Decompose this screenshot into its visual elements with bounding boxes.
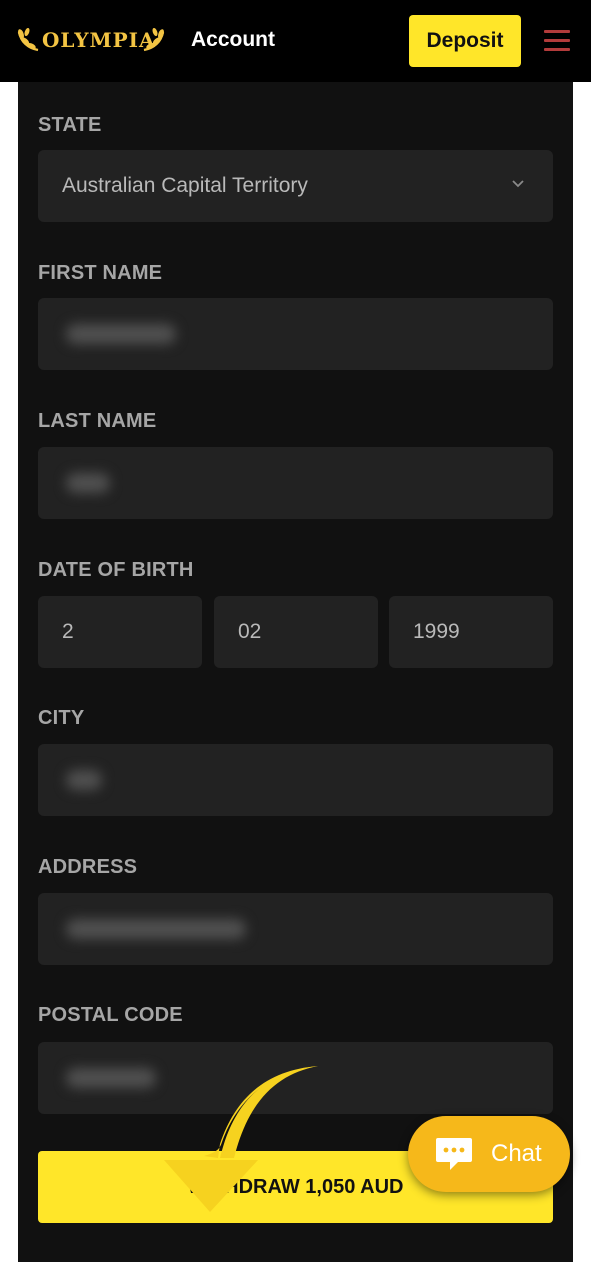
page: OLYMPIA Account Deposit STATE Australian… bbox=[0, 0, 591, 1280]
laurel-right-icon bbox=[143, 27, 165, 52]
dob-month-input[interactable]: 02 bbox=[214, 596, 378, 668]
top-header: OLYMPIA Account Deposit bbox=[0, 0, 591, 82]
curved-arrow-icon bbox=[164, 1066, 318, 1212]
hamburger-menu-icon[interactable] bbox=[544, 28, 570, 52]
postal-code-label: POSTAL CODE bbox=[38, 1004, 183, 1026]
deposit-button[interactable]: Deposit bbox=[409, 15, 521, 67]
dob-day-input[interactable]: 2 bbox=[38, 596, 202, 668]
chat-button[interactable]: Chat bbox=[408, 1116, 570, 1192]
dob-year-value: 1999 bbox=[413, 620, 460, 643]
page-title: Account bbox=[191, 28, 275, 51]
last-name-input[interactable] bbox=[38, 447, 553, 519]
redacted-last-name bbox=[66, 473, 110, 493]
olympia-logo[interactable]: OLYMPIA bbox=[16, 24, 166, 58]
last-name-label: LAST NAME bbox=[38, 410, 157, 432]
city-input[interactable] bbox=[38, 744, 553, 816]
dob-day-value: 2 bbox=[62, 620, 74, 643]
brand-name: OLYMPIA bbox=[42, 28, 156, 52]
chat-label: Chat bbox=[491, 1140, 542, 1167]
redacted-address bbox=[66, 919, 246, 939]
state-select[interactable]: Australian Capital Territory bbox=[38, 150, 553, 222]
state-label: STATE bbox=[38, 114, 102, 136]
first-name-label: FIRST NAME bbox=[38, 262, 163, 284]
address-input[interactable] bbox=[38, 893, 553, 965]
redacted-city bbox=[66, 770, 102, 790]
laurel-left-icon bbox=[17, 27, 39, 52]
chat-bubble-icon bbox=[436, 1138, 472, 1170]
dob-month-value: 02 bbox=[238, 620, 262, 643]
redacted-first-name bbox=[66, 324, 176, 344]
first-name-input[interactable] bbox=[38, 298, 553, 370]
address-label: ADDRESS bbox=[38, 856, 138, 878]
city-label: CITY bbox=[38, 707, 85, 729]
chevron-down-icon bbox=[512, 180, 524, 188]
redacted-postal-code bbox=[66, 1068, 156, 1088]
dob-year-input[interactable]: 1999 bbox=[389, 596, 553, 668]
withdraw-form-panel: STATE Australian Capital Territory FIRST… bbox=[18, 82, 573, 1262]
dob-label: DATE OF BIRTH bbox=[38, 559, 194, 581]
state-selected-value: Australian Capital Territory bbox=[62, 174, 308, 197]
